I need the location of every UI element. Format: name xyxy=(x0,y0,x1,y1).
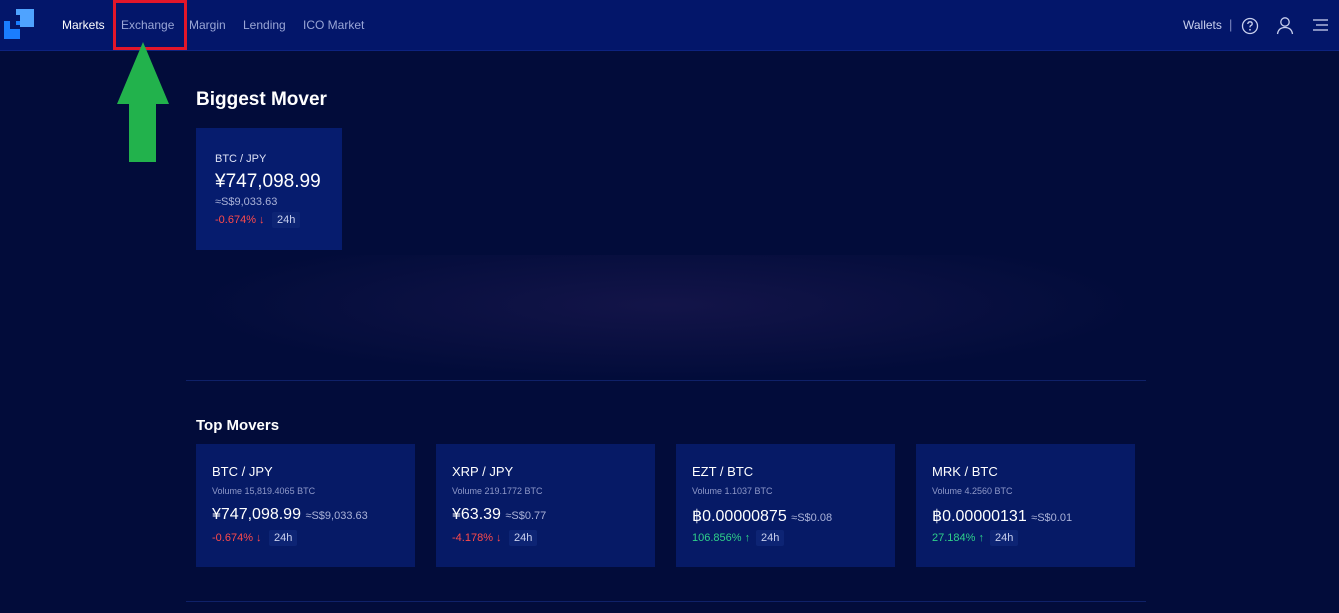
top-movers-title: Top Movers xyxy=(196,417,280,434)
mover-price-row: ฿0.00000875 ≈S$0.08 xyxy=(692,506,832,526)
bottom-divider xyxy=(186,601,1146,602)
top-mover-card-btc-jpy[interactable]: BTC / JPY Volume 15,819.4065 BTC ¥747,09… xyxy=(196,444,415,567)
mover-change-value: -0.674% xyxy=(212,532,253,544)
mover-change-value: 106.856% xyxy=(692,532,742,544)
nav-ico-market[interactable]: ICO Market xyxy=(303,18,364,32)
biggest-mover-period: 24h xyxy=(272,212,301,228)
mover-price: ฿0.00000131 xyxy=(932,508,1027,525)
mover-change: 106.856% ↑ xyxy=(692,532,750,544)
mover-price: ฿0.00000875 xyxy=(692,508,787,525)
mover-period: 24h xyxy=(509,530,538,546)
section-divider xyxy=(186,380,1146,381)
top-navigation-bar: Markets Exchange Margin Lending ICO Mark… xyxy=(0,0,1339,51)
mover-change: -4.178% ↓ xyxy=(452,532,502,544)
hamburger-icon[interactable] xyxy=(1311,18,1329,32)
arrow-up-annotation-icon xyxy=(117,42,169,162)
biggest-mover-card[interactable]: BTC / JPY ¥747,098.99 ≈S$9,033.63 -0.674… xyxy=(196,128,342,250)
biggest-mover-price: ¥747,098.99 xyxy=(215,171,321,192)
top-mover-card-xrp-jpy[interactable]: XRP / JPY Volume 219.1772 BTC ¥63.39 ≈S$… xyxy=(436,444,655,567)
top-mover-card-ezt-btc[interactable]: EZT / BTC Volume 1.1037 BTC ฿0.00000875 … xyxy=(676,444,895,567)
mover-period: 24h xyxy=(990,530,1019,546)
mover-fiat: ≈S$0.77 xyxy=(505,510,547,522)
biggest-mover-change-value: -0.674% xyxy=(215,214,256,226)
mover-change-value: 27.184% xyxy=(932,532,976,544)
mover-price: ¥747,098.99 xyxy=(212,506,301,523)
biggest-mover-title: Biggest Mover xyxy=(196,89,327,110)
arrow-down-icon: ↓ xyxy=(496,532,502,544)
nav-separator: | xyxy=(1229,17,1233,32)
mover-fiat: ≈S$9,033.63 xyxy=(305,510,368,522)
mover-volume: Volume 1.1037 BTC xyxy=(692,486,773,496)
arrow-up-icon: ↑ xyxy=(744,532,751,544)
mover-price-row: ¥747,098.99 ≈S$9,033.63 xyxy=(212,506,368,524)
user-icon[interactable] xyxy=(1276,16,1294,35)
mover-volume: Volume 219.1772 BTC xyxy=(452,486,543,496)
mover-price-row: ฿0.00000131 ≈S$0.01 xyxy=(932,506,1072,526)
mover-change: 27.184% ↑ xyxy=(932,532,984,544)
liquid-logo[interactable] xyxy=(4,9,34,39)
nav-margin[interactable]: Margin xyxy=(189,18,226,32)
mover-price: ¥63.39 xyxy=(452,506,501,523)
mover-volume: Volume 4.2560 BTC xyxy=(932,486,1013,496)
mover-price-row: ¥63.39 ≈S$0.77 xyxy=(452,506,546,524)
arrow-up-icon: ↑ xyxy=(978,532,985,544)
biggest-mover-fiat: ≈S$9,033.63 xyxy=(215,196,278,208)
mover-pair: BTC / JPY xyxy=(212,464,273,479)
mover-pair: EZT / BTC xyxy=(692,464,754,479)
mover-pair: MRK / BTC xyxy=(932,464,998,479)
arrow-down-icon: ↓ xyxy=(256,532,262,544)
nav-markets[interactable]: Markets xyxy=(62,18,105,32)
nav-lending[interactable]: Lending xyxy=(243,18,286,32)
mover-volume: Volume 15,819.4065 BTC xyxy=(212,486,316,496)
mover-fiat: ≈S$0.08 xyxy=(791,512,833,524)
biggest-mover-change: -0.674% ↓ xyxy=(215,214,265,226)
biggest-mover-pair: BTC / JPY xyxy=(215,153,267,165)
help-icon[interactable] xyxy=(1241,17,1259,35)
mover-change: -0.674% ↓ xyxy=(212,532,262,544)
arrow-down-icon: ↓ xyxy=(259,214,265,226)
mover-fiat: ≈S$0.01 xyxy=(1031,512,1073,524)
top-mover-card-mrk-btc[interactable]: MRK / BTC Volume 4.2560 BTC ฿0.00000131 … xyxy=(916,444,1135,567)
hero-background xyxy=(186,255,1146,380)
mover-period: 24h xyxy=(756,530,785,546)
mover-period: 24h xyxy=(269,530,298,546)
mover-pair: XRP / JPY xyxy=(452,464,514,479)
mover-change-value: -4.178% xyxy=(452,532,493,544)
wallets-link[interactable]: Wallets xyxy=(1183,18,1222,32)
